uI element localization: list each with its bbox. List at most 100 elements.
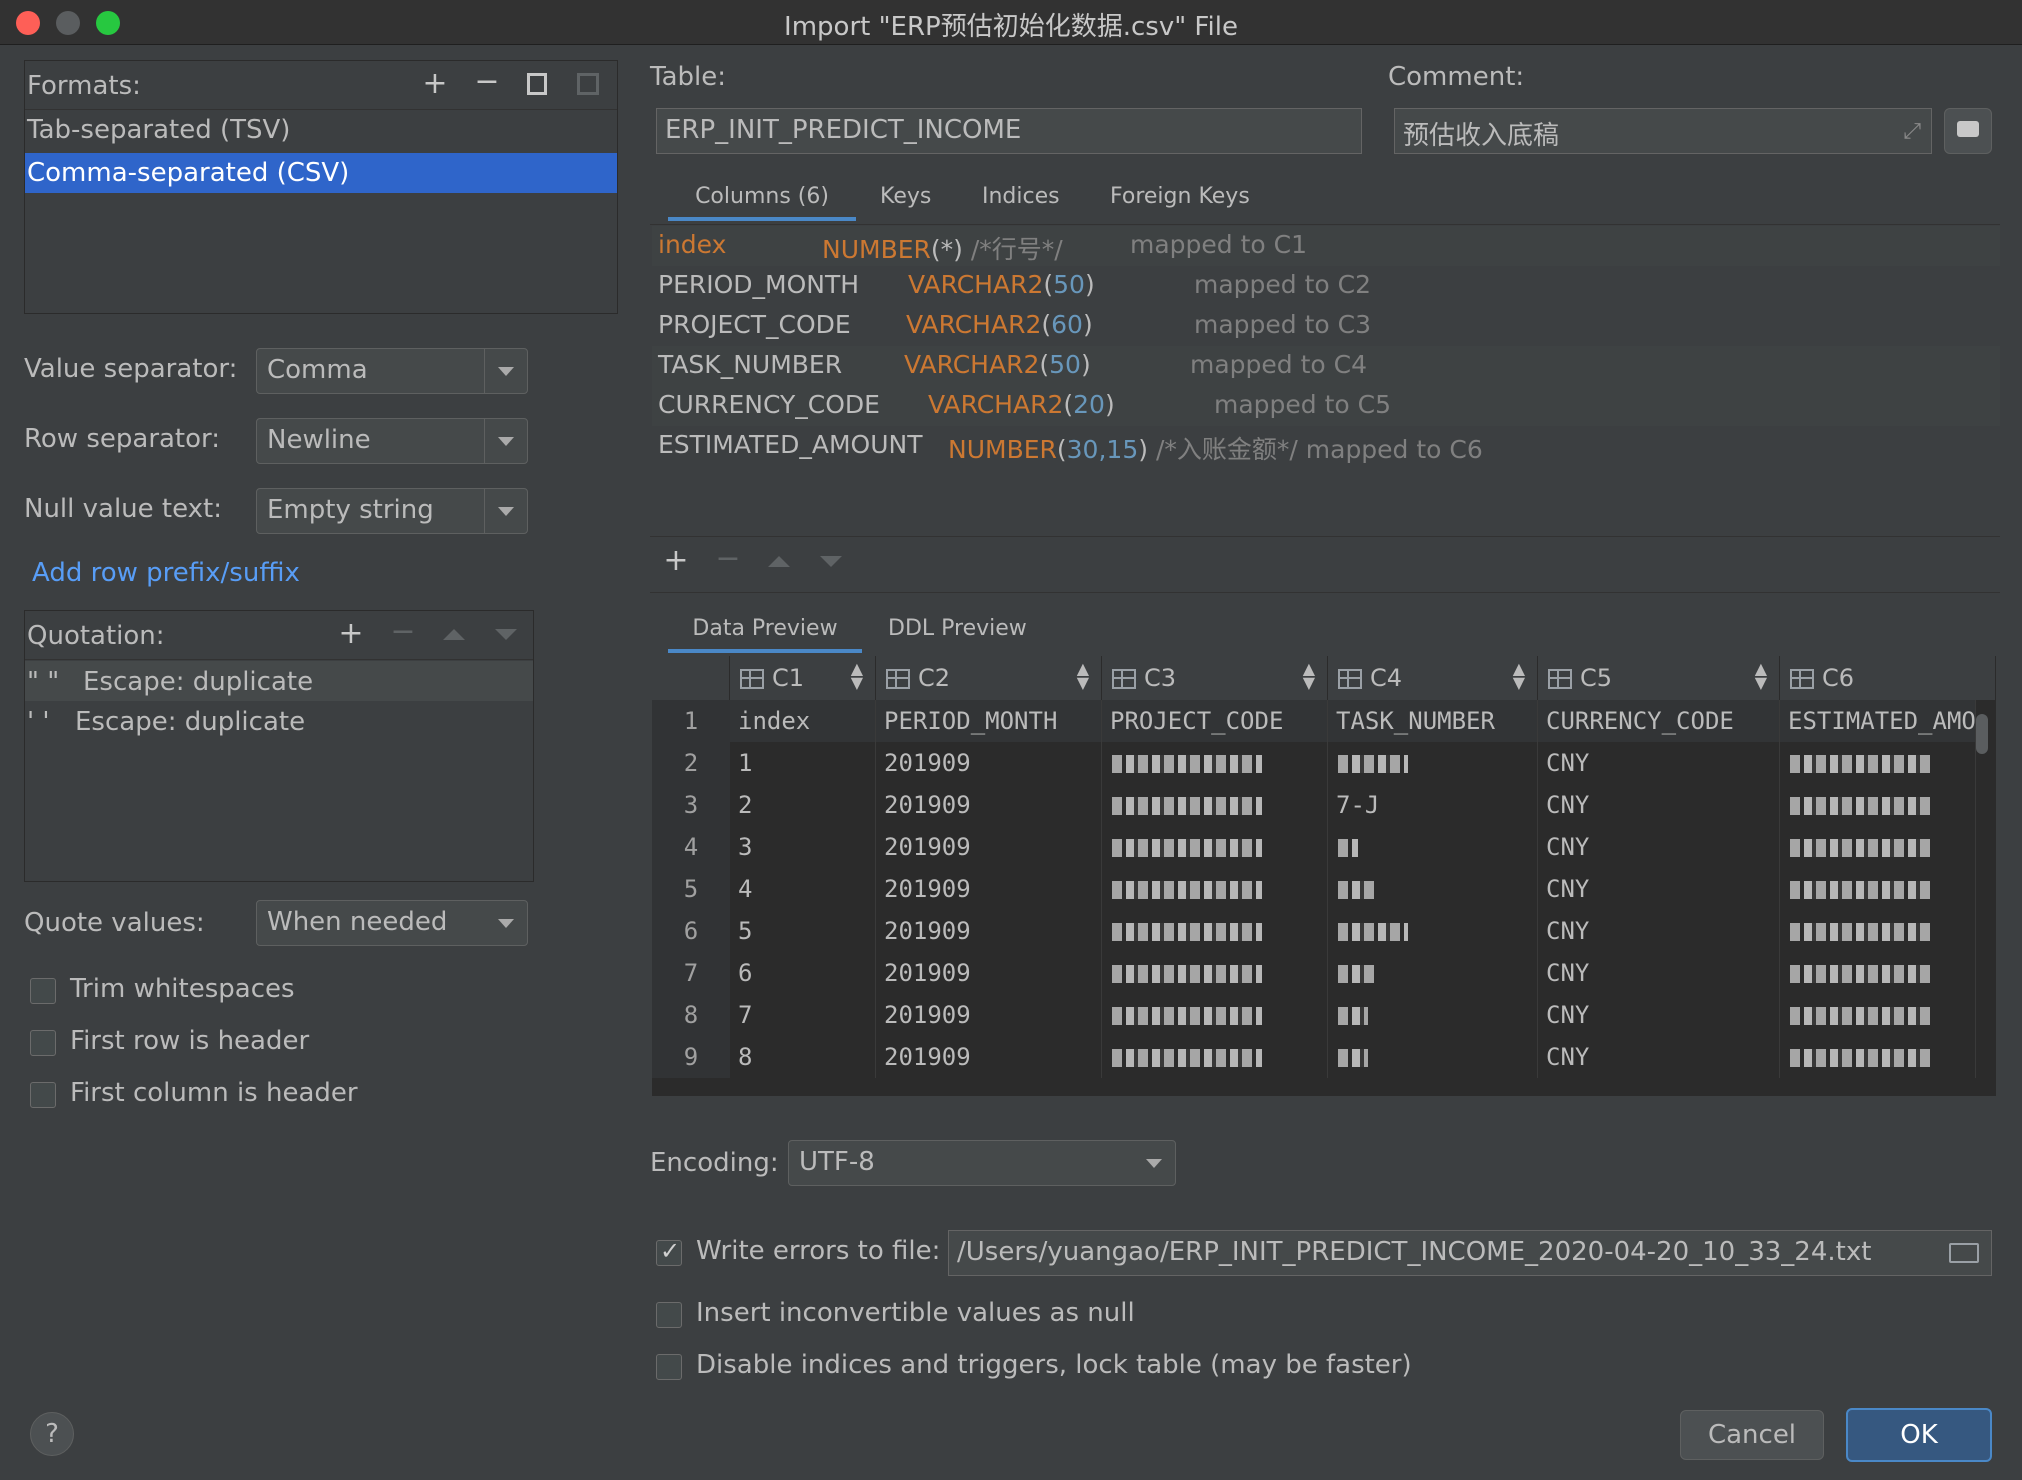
expand-icon[interactable]: ⤢ <box>1903 119 1921 144</box>
grid-cell-c5[interactable]: CNY <box>1538 1036 1780 1078</box>
grid-cell-c3[interactable] <box>1102 952 1328 994</box>
grid-cell-c6[interactable] <box>1780 910 1976 952</box>
grid-cell-c6[interactable] <box>1780 826 1976 868</box>
column-row[interactable]: TASK_NUMBER VARCHAR2(50) mapped to C4 <box>652 346 2000 386</box>
grid-cell-c4[interactable] <box>1328 868 1538 910</box>
grid-cell-c3[interactable]: PROJECT_CODE <box>1102 700 1328 742</box>
column-row[interactable]: PROJECT_CODE VARCHAR2(60) mapped to C3 <box>652 306 2000 346</box>
column-row[interactable]: ESTIMATED_AMOUNT NUMBER(30,15) /*入账金额*/ … <box>652 426 2000 466</box>
grid-header-c1[interactable]: C1 ▲ ▼ <box>730 656 876 700</box>
grid-cell-c5[interactable]: CNY <box>1538 868 1780 910</box>
column-row[interactable]: CURRENCY_CODE VARCHAR2(20) mapped to C5 <box>652 386 2000 426</box>
add-row-prefix-link[interactable]: Add row prefix/suffix <box>32 558 300 588</box>
grid-cell-c6[interactable] <box>1780 742 1976 784</box>
table-name-input[interactable]: ERP_INIT_PREDICT_INCOME <box>656 108 1362 154</box>
grid-cell-c1[interactable]: 4 <box>730 868 876 910</box>
errors-path-input[interactable]: /Users/yuangao/ERP_INIT_PREDICT_INCOME_2… <box>948 1230 1992 1276</box>
grid-cell-c5[interactable]: CNY <box>1538 784 1780 826</box>
save-icon[interactable] <box>577 73 599 95</box>
grid-cell-c4[interactable] <box>1328 994 1538 1036</box>
grid-cell-c3[interactable] <box>1102 1036 1328 1078</box>
tab-columns[interactable]: Columns (6) <box>668 184 856 221</box>
row-separator-select[interactable]: Newline <box>256 418 528 464</box>
grid-cell-c3[interactable] <box>1102 868 1328 910</box>
remove-column-button[interactable]: − <box>712 544 744 574</box>
column-row[interactable]: index NUMBER(*) /*行号*/ mapped to C1 <box>652 226 2000 266</box>
add-column-button[interactable]: + <box>660 546 692 576</box>
grid-cell-c3[interactable] <box>1102 784 1328 826</box>
disable-indices-checkbox[interactable] <box>656 1354 682 1380</box>
format-item-tsv[interactable]: Tab-separated (TSV) <box>27 115 615 155</box>
remove-format-button[interactable]: − <box>471 67 503 97</box>
grid-cell-c2[interactable]: 201909 <box>876 784 1102 826</box>
quotation-row[interactable]: " " Escape: duplicate <box>25 661 533 701</box>
grid-cell-c4[interactable] <box>1328 910 1538 952</box>
grid-cell-c3[interactable] <box>1102 742 1328 784</box>
add-quotation-button[interactable]: + <box>335 619 367 649</box>
tab-indices[interactable]: Indices <box>982 184 1060 209</box>
trim-whitespaces-checkbox[interactable] <box>30 978 56 1004</box>
sort-icon[interactable]: ▲ ▼ <box>1513 661 1525 691</box>
first-column-header-checkbox[interactable] <box>30 1082 56 1108</box>
grid-cell-c4[interactable] <box>1328 826 1538 868</box>
grid-header-c6[interactable]: C6 <box>1780 656 1996 700</box>
grid-cell-c1[interactable]: 3 <box>730 826 876 868</box>
grid-cell-c1[interactable]: 8 <box>730 1036 876 1078</box>
grid-cell-c2[interactable]: 201909 <box>876 1036 1102 1078</box>
format-item-csv[interactable]: Comma-separated (CSV) <box>25 153 617 193</box>
move-column-up-icon[interactable] <box>768 556 790 567</box>
grid-cell-c3[interactable] <box>1102 994 1328 1036</box>
grid-cell-c3[interactable] <box>1102 910 1328 952</box>
help-button[interactable]: ? <box>30 1412 74 1456</box>
tab-foreign-keys[interactable]: Foreign Keys <box>1110 184 1250 209</box>
grid-header-c4[interactable]: C4 ▲ ▼ <box>1328 656 1538 700</box>
tab-keys[interactable]: Keys <box>880 184 931 209</box>
grid-cell-c5[interactable]: CNY <box>1538 994 1780 1036</box>
grid-cell-c6[interactable] <box>1780 868 1976 910</box>
copy-icon[interactable] <box>527 73 547 95</box>
grid-cell-c4[interactable] <box>1328 1036 1538 1078</box>
add-format-button[interactable]: + <box>419 69 451 99</box>
grid-cell-c1[interactable]: 6 <box>730 952 876 994</box>
grid-cell-c2[interactable]: 201909 <box>876 742 1102 784</box>
sort-icon[interactable]: ▲ ▼ <box>1755 661 1767 691</box>
column-row[interactable]: PERIOD_MONTH VARCHAR2(50) mapped to C2 <box>652 266 2000 306</box>
ok-button[interactable]: OK <box>1846 1408 1992 1462</box>
grid-cell-c2[interactable]: 201909 <box>876 910 1102 952</box>
cancel-button[interactable]: Cancel <box>1680 1410 1824 1460</box>
grid-cell-c6[interactable] <box>1780 952 1976 994</box>
sort-icon[interactable]: ▲ ▼ <box>1077 661 1089 691</box>
null-value-select[interactable]: Empty string <box>256 488 528 534</box>
grid-cell-c2[interactable]: 201909 <box>876 826 1102 868</box>
grid-cell-c4[interactable]: TASK_NUMBER <box>1328 700 1538 742</box>
grid-cell-c5[interactable]: CNY <box>1538 952 1780 994</box>
grid-cell-c1[interactable]: 2 <box>730 784 876 826</box>
grid-cell-c1[interactable]: 7 <box>730 994 876 1036</box>
grid-cell-c5[interactable]: CNY <box>1538 910 1780 952</box>
grid-cell-c2[interactable]: PERIOD_MONTH <box>876 700 1102 742</box>
comment-input[interactable]: 预估收入底稿 ⤢ <box>1394 108 1932 154</box>
grid-cell-c5[interactable]: CNY <box>1538 826 1780 868</box>
data-preview-grid[interactable]: C1 ▲ ▼ C2 ▲ ▼ C3 ▲ ▼ C4 ▲ ▼ C5 ▲ ▼ C6 1 index PERIOD… <box>652 656 1996 1096</box>
grid-vertical-scrollbar[interactable] <box>1976 714 1988 754</box>
sort-icon[interactable]: ▲ ▼ <box>851 661 863 691</box>
grid-cell-c2[interactable]: 201909 <box>876 868 1102 910</box>
grid-cell-c3[interactable] <box>1102 826 1328 868</box>
grid-cell-c4[interactable] <box>1328 952 1538 994</box>
remove-quotation-button[interactable]: − <box>387 617 419 647</box>
move-up-icon[interactable] <box>443 629 465 640</box>
folder-icon[interactable] <box>1949 1243 1979 1263</box>
grid-cell-c4[interactable] <box>1328 742 1538 784</box>
grid-header-c2[interactable]: C2 ▲ ▼ <box>876 656 1102 700</box>
grid-cell-c6[interactable]: ESTIMATED_AMOUNT <box>1780 700 1976 742</box>
tab-data-preview[interactable]: Data Preview <box>668 616 862 653</box>
grid-cell-c6[interactable] <box>1780 784 1976 826</box>
value-separator-select[interactable]: Comma <box>256 348 528 394</box>
grid-cell-c2[interactable]: 201909 <box>876 994 1102 1036</box>
grid-cell-c1[interactable]: index <box>730 700 876 742</box>
quote-values-select[interactable]: When needed <box>256 900 528 946</box>
grid-cell-c6[interactable] <box>1780 994 1976 1036</box>
grid-cell-c5[interactable]: CURRENCY_CODE <box>1538 700 1780 742</box>
grid-cell-c5[interactable]: CNY <box>1538 742 1780 784</box>
move-column-down-icon[interactable] <box>820 556 842 567</box>
